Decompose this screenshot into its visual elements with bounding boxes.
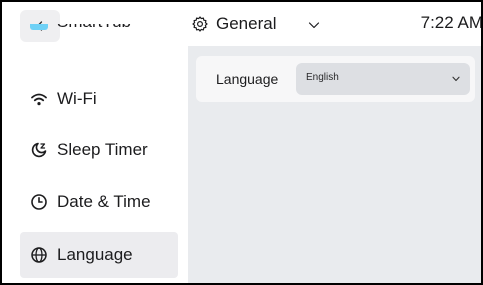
chevron-down-icon [452, 76, 460, 82]
sidebar-item-label: Language [57, 245, 133, 264]
language-setting-row: Language English [196, 56, 475, 102]
clock-time: 7:22 AM [420, 13, 483, 32]
language-label: Language [216, 71, 279, 87]
globe-icon [30, 246, 48, 264]
sidebar-item-label: Sleep Timer [57, 140, 148, 159]
language-selected-value: English [306, 72, 339, 83]
wifi-icon [30, 90, 48, 108]
clock-icon [30, 193, 48, 211]
header: General 7:22 AM [188, 4, 483, 46]
main-content: Language English [188, 46, 481, 283]
sidebar-item-label: Date & Time [57, 192, 151, 211]
sidebar-item-label: SmartTub [57, 24, 131, 32]
sidebar-item-wifi[interactable]: Wi-Fi [20, 76, 178, 122]
sidebar-item-language[interactable]: Language [20, 232, 178, 278]
sidebar-item-sleep-timer[interactable]: Sleep Timer [20, 127, 178, 173]
sidebar-item-smarttub[interactable]: SmartTub [20, 24, 178, 52]
page-title[interactable]: General [216, 14, 276, 34]
smarttub-icon [30, 24, 48, 30]
chevron-down-icon[interactable] [308, 20, 320, 30]
gear-icon [192, 16, 208, 32]
sidebar-item-label: Wi-Fi [57, 89, 97, 108]
sidebar-item-date-time[interactable]: Date & Time [20, 179, 178, 225]
language-select[interactable]: English [296, 63, 470, 95]
screen-frame: SmartTub Wi-Fi Sleep Timer [0, 0, 483, 285]
sidebar: SmartTub Wi-Fi Sleep Timer [4, 4, 188, 283]
sleep-timer-icon [30, 141, 48, 159]
